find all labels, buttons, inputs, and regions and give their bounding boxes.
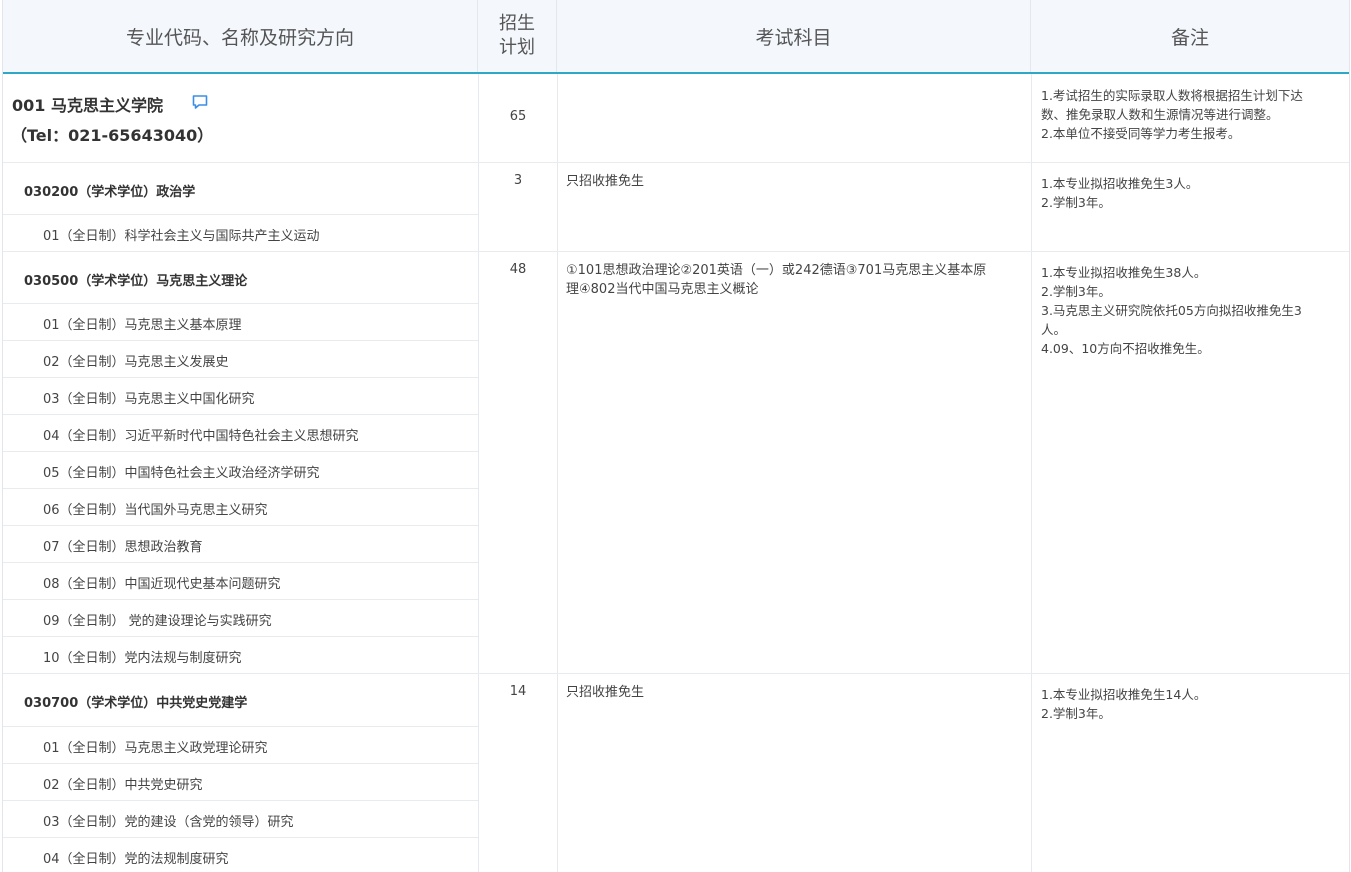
header-exam: 考试科目 [557, 0, 1031, 72]
direction-item: 08（全日制）中国近现代史基本问题研究 [43, 577, 281, 592]
exam-line: 只招收推免生 [566, 685, 645, 700]
note-line: 2.学制3年。 [1041, 195, 1111, 210]
row-divider [3, 377, 478, 378]
department-notes: 1.考试招生的实际录取人数将根据招生计划下达 数、推免录取人数和生源情况等进行调… [1041, 86, 1303, 143]
direction-item: 07（全日制）思想政治教育 [43, 540, 203, 555]
row-divider [3, 726, 478, 727]
major-exam: 只招收推免生 [566, 683, 644, 702]
direction-item: 09（全日制） 党的建设理论与实践研究 [43, 614, 272, 629]
direction-item: 10（全日制）党内法规与制度研究 [43, 651, 242, 666]
row-divider [3, 800, 478, 801]
direction-item: 01（全日制）马克思主义政党理论研究 [43, 741, 268, 756]
comment-icon[interactable] [191, 93, 209, 115]
note-line: 2.本单位不接受同等学力考生报考。 [1041, 126, 1241, 141]
major-notes: 1.本专业拟招收推免生14人。 2.学制3年。 [1041, 685, 1206, 723]
major-title: 030500（学术学位）马克思主义理论 [24, 274, 248, 289]
direction-item: 02（全日制）中共党史研究 [43, 778, 203, 793]
row-divider [3, 451, 478, 452]
direction-item: 01（全日制）科学社会主义与国际共产主义运动 [43, 229, 320, 244]
header-plan-line2: 计划 [499, 37, 535, 58]
direction-item: 01（全日制）马克思主义基本原理 [43, 318, 242, 333]
catalog-table: 专业代码、名称及研究方向 招生 计划 考试科目 备注 001 马克思主义学院 （… [2, 0, 1350, 872]
note-line: 1.考试招生的实际录取人数将根据招生计划下达 [1041, 88, 1303, 103]
note-line: 2.学制3年。 [1041, 706, 1111, 721]
header-plan: 招生 计划 [478, 0, 557, 72]
direction-item: 03（全日制）马克思主义中国化研究 [43, 392, 255, 407]
row-divider [3, 488, 478, 489]
row-divider [3, 673, 1349, 674]
note-line: 1.本专业拟招收推免生14人。 [1041, 687, 1207, 702]
row-divider [3, 636, 478, 637]
note-line: 1.本专业拟招收推免生3人。 [1041, 176, 1199, 191]
row-divider [3, 599, 478, 600]
column-divider [1031, 74, 1032, 872]
row-divider [3, 414, 478, 415]
major-plan: 3 [513, 173, 523, 188]
major-exam: ①101思想政治理论②201英语（一）或242德语③701马克思主义基本原 理④… [566, 261, 1026, 299]
row-divider [3, 162, 1349, 163]
direction-item: 03（全日制）党的建设（含党的领导）研究 [43, 815, 294, 830]
column-divider [478, 74, 479, 872]
note-line: 数、推免录取人数和生源情况等进行调整。 [1041, 107, 1279, 122]
row-divider [3, 214, 478, 215]
major-title: 030200（学术学位）政治学 [24, 185, 196, 200]
direction-item: 04（全日制）习近平新时代中国特色社会主义思想研究 [43, 429, 359, 444]
row-divider [3, 340, 478, 341]
direction-item: 05（全日制）中国特色社会主义政治经济学研究 [43, 466, 320, 481]
header-notes: 备注 [1170, 26, 1209, 49]
header-plan-line1: 招生 [499, 13, 535, 34]
table-header: 专业代码、名称及研究方向 招生 计划 考试科目 备注 [3, 0, 1349, 74]
note-line: 1.本专业拟招收推免生38人。 [1041, 265, 1207, 280]
row-divider [3, 837, 478, 838]
major-title: 030700（学术学位）中共党史党建学 [24, 696, 248, 711]
department-tel: （Tel：021-65643040） [11, 126, 214, 145]
row-divider [3, 562, 478, 563]
department-name: 001 马克思主义学院 [12, 96, 163, 115]
exam-line: ①101思想政治理论②201英语（一）或242德语③701马克思主义基本原 [566, 263, 987, 278]
note-line: 4.09、10方向不招收推免生。 [1041, 341, 1210, 356]
direction-item: 04（全日制）党的法规制度研究 [43, 852, 229, 867]
note-line: 3.马克思主义研究院依托05方向拟招收推免生3 [1041, 303, 1302, 318]
note-line: 2.学制3年。 [1041, 284, 1111, 299]
column-divider [557, 74, 558, 872]
department-plan: 65 [509, 109, 527, 124]
exam-line: 只招收推免生 [566, 174, 645, 189]
exam-line: 理④802当代中国马克思主义概论 [566, 282, 759, 297]
major-plan: 48 [509, 262, 527, 277]
major-notes: 1.本专业拟招收推免生3人。 2.学制3年。 [1041, 174, 1198, 212]
row-divider [3, 763, 478, 764]
header-major: 专业代码、名称及研究方向 [3, 0, 478, 72]
major-exam: 只招收推免生 [566, 172, 644, 191]
major-plan: 14 [509, 684, 527, 699]
row-divider [3, 251, 1349, 252]
note-line: 人。 [1041, 322, 1067, 337]
row-divider [3, 525, 478, 526]
major-notes: 1.本专业拟招收推免生38人。 2.学制3年。 3.马克思主义研究院依托05方向… [1041, 263, 1302, 358]
direction-item: 02（全日制）马克思主义发展史 [43, 355, 229, 370]
direction-item: 06（全日制）当代国外马克思主义研究 [43, 503, 268, 518]
row-divider [3, 303, 478, 304]
